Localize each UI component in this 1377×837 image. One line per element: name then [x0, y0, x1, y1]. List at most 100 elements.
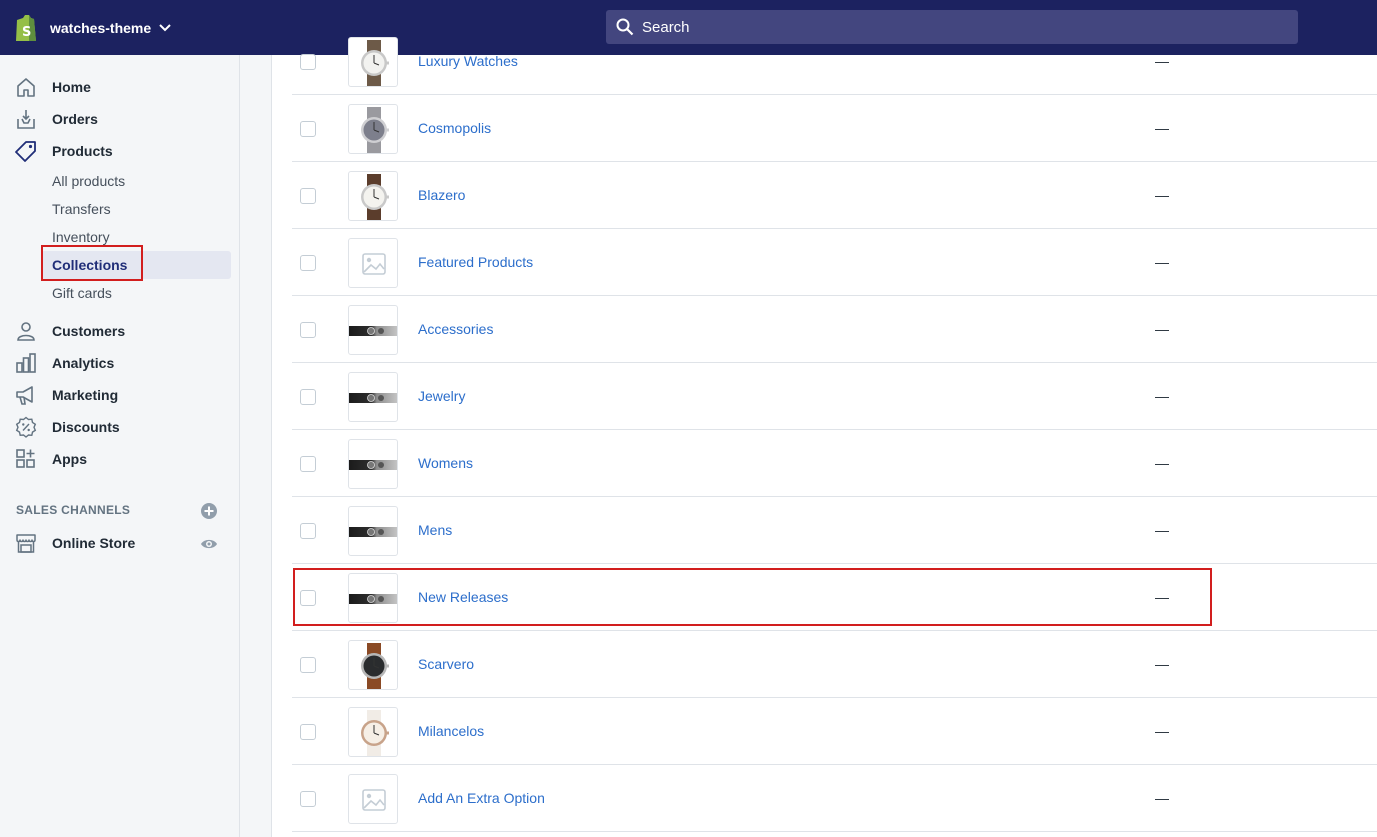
nav-collections[interactable]: Collections: [41, 251, 231, 279]
plus-circle-icon: [200, 502, 218, 520]
row-checkbox[interactable]: [300, 389, 316, 405]
collection-title-link[interactable]: Scarvero: [418, 656, 474, 672]
collection-thumbnail: [348, 640, 398, 690]
store-name: watches-theme: [50, 19, 152, 36]
apps-icon: [15, 448, 37, 470]
collection-title-link[interactable]: Luxury Watches: [418, 53, 518, 69]
collection-conditions: —: [1155, 790, 1169, 806]
collection-row[interactable]: Mens —: [292, 497, 1377, 564]
row-checkbox[interactable]: [300, 188, 316, 204]
row-checkbox[interactable]: [300, 322, 316, 338]
collection-row[interactable]: Scarvero —: [292, 631, 1377, 698]
nav-transfers-label: Transfers: [52, 201, 111, 217]
add-sales-channel-button[interactable]: [200, 502, 218, 520]
collection-conditions: —: [1155, 187, 1169, 203]
collection-thumbnail: [348, 37, 398, 87]
collection-conditions: —: [1155, 254, 1169, 270]
row-checkbox[interactable]: [300, 456, 316, 472]
customer-icon: [15, 320, 37, 342]
nav-analytics[interactable]: Analytics: [0, 347, 239, 379]
row-checkbox[interactable]: [300, 523, 316, 539]
collection-conditions: —: [1155, 120, 1169, 136]
collection-title-link[interactable]: Jewelry: [418, 388, 465, 404]
nav-collections-label: Collections: [52, 257, 128, 273]
nav-customers[interactable]: Customers: [0, 315, 239, 347]
collection-thumbnail: [348, 104, 398, 154]
nav-orders[interactable]: Orders: [0, 103, 239, 135]
nav-inventory-label: Inventory: [52, 229, 110, 245]
shopify-logo-icon: S: [14, 14, 38, 42]
nav-discounts[interactable]: Discounts: [0, 411, 239, 443]
collection-row[interactable]: Accessories —: [292, 296, 1377, 363]
collection-row[interactable]: Womens —: [292, 430, 1377, 497]
collection-title-link[interactable]: Add An Extra Option: [418, 790, 545, 806]
collection-row[interactable]: Milancelos —: [292, 698, 1377, 765]
bar-chart-icon: [15, 352, 37, 374]
nav-marketing-label: Marketing: [52, 387, 119, 403]
nav-marketing[interactable]: Marketing: [0, 379, 239, 411]
collection-row[interactable]: Cosmopolis —: [292, 95, 1377, 162]
collection-title-link[interactable]: Accessories: [418, 321, 493, 337]
collection-row[interactable]: New Releases —: [292, 564, 1377, 631]
collection-thumbnail: [348, 171, 398, 221]
row-checkbox[interactable]: [300, 724, 316, 740]
nav-products-label: Products: [52, 143, 113, 159]
store-switcher[interactable]: S watches-theme: [0, 0, 171, 55]
row-checkbox[interactable]: [300, 121, 316, 137]
collection-conditions: —: [1155, 723, 1169, 739]
collection-conditions: —: [1155, 589, 1169, 605]
collection-title-link[interactable]: Mens: [418, 522, 452, 538]
nav-all-products-label: All products: [52, 173, 126, 189]
orders-icon: [15, 108, 37, 130]
collection-row[interactable]: Featured Products —: [292, 229, 1377, 296]
home-icon: [15, 76, 37, 98]
collection-conditions: —: [1155, 455, 1169, 471]
collection-thumbnail: [348, 372, 398, 422]
collection-title-link[interactable]: Cosmopolis: [418, 120, 491, 136]
collection-thumbnail: [348, 707, 398, 757]
nav-gift-cards-label: Gift cards: [52, 285, 112, 301]
collection-row[interactable]: Blazero —: [292, 162, 1377, 229]
nav-home[interactable]: Home: [0, 71, 239, 103]
row-checkbox[interactable]: [300, 791, 316, 807]
sales-channels-title: SALES CHANNELS: [16, 503, 131, 517]
collection-title-link[interactable]: Blazero: [418, 187, 465, 203]
collection-thumbnail: [348, 439, 398, 489]
eye-icon: [200, 535, 218, 553]
collections-list: Luxury Watches — Cosmopolis — Blazero — Featur…: [271, 37, 1377, 837]
collection-conditions: —: [1155, 656, 1169, 672]
discount-icon: [15, 416, 37, 438]
collection-conditions: —: [1155, 522, 1169, 538]
main-content: Luxury Watches — Cosmopolis — Blazero — Featur…: [240, 37, 1377, 837]
tag-icon: [15, 140, 37, 162]
nav-customers-label: Customers: [52, 323, 126, 339]
row-checkbox[interactable]: [300, 590, 316, 606]
collection-conditions: —: [1155, 321, 1169, 337]
collection-title-link[interactable]: Womens: [418, 455, 473, 471]
nav-analytics-label: Analytics: [52, 355, 115, 371]
view-online-store-button[interactable]: [200, 535, 218, 553]
nav-products[interactable]: Products: [0, 135, 239, 167]
row-checkbox[interactable]: [300, 657, 316, 673]
nav-transfers[interactable]: Transfers: [41, 195, 231, 223]
chevron-down-icon: [159, 23, 171, 32]
nav-gift-cards[interactable]: Gift cards: [41, 279, 231, 307]
collection-title-link[interactable]: Milancelos: [418, 723, 484, 739]
collection-title-link[interactable]: Featured Products: [418, 254, 533, 270]
collection-row[interactable]: Luxury Watches —: [292, 28, 1377, 95]
nav-home-label: Home: [52, 79, 91, 95]
row-checkbox[interactable]: [300, 255, 316, 271]
nav-all-products[interactable]: All products: [41, 167, 231, 195]
nav-apps-label: Apps: [52, 451, 87, 467]
nav-apps[interactable]: Apps: [0, 443, 239, 475]
collection-row[interactable]: Add An Extra Option —: [292, 765, 1377, 832]
image-placeholder-icon: [348, 238, 398, 288]
collection-thumbnail: [348, 305, 398, 355]
image-placeholder-icon: [348, 774, 398, 824]
row-checkbox[interactable]: [300, 54, 316, 70]
nav-inventory[interactable]: Inventory: [41, 223, 231, 251]
collection-conditions: —: [1155, 388, 1169, 404]
sidebar: Home Orders Products All products Transf…: [0, 55, 240, 837]
collection-title-link[interactable]: New Releases: [418, 589, 508, 605]
collection-row[interactable]: Jewelry —: [292, 363, 1377, 430]
